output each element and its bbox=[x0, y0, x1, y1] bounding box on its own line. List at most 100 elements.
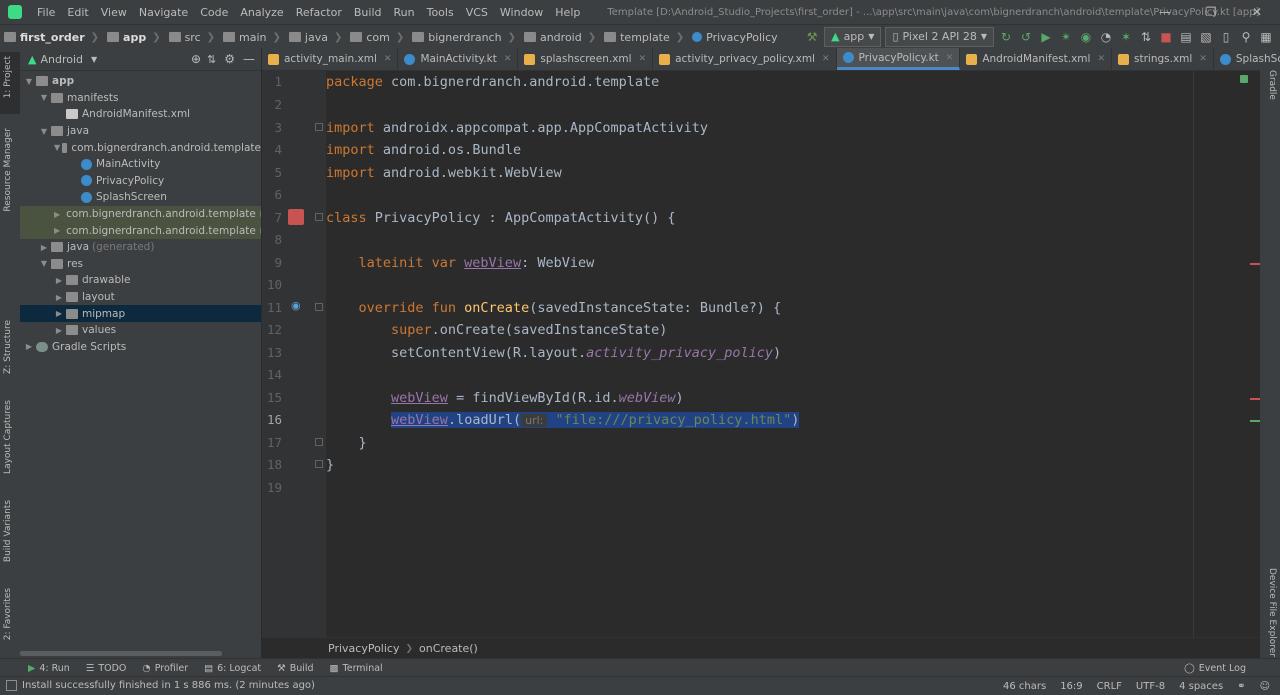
fold-marker-icon[interactable] bbox=[315, 123, 323, 131]
editor-tab[interactable]: splashscreen.xml ✕ bbox=[518, 48, 654, 70]
menu-vcs[interactable]: VCS bbox=[461, 6, 495, 19]
chevron-down-icon[interactable]: ▼ bbox=[24, 77, 34, 86]
close-tab-icon[interactable]: ✕ bbox=[822, 54, 830, 64]
chevron-right-icon[interactable]: ▶ bbox=[54, 210, 60, 219]
close-icon[interactable]: ✕ bbox=[1234, 0, 1280, 24]
tree-node[interactable]: ▼ manifests bbox=[20, 90, 261, 107]
tool-tab-layout-captures[interactable]: Layout Captures bbox=[3, 400, 13, 474]
breadcrumb-function[interactable]: onCreate() bbox=[419, 642, 478, 655]
layout-icon[interactable]: ▦ bbox=[1258, 30, 1274, 44]
fold-marker-icon[interactable] bbox=[315, 438, 323, 446]
chevron-right-icon[interactable]: ▶ bbox=[54, 326, 64, 335]
device-manager-icon[interactable]: ▤ bbox=[1178, 30, 1194, 44]
lock-icon[interactable]: ⚭ bbox=[1237, 681, 1245, 692]
breadcrumb-class[interactable]: PrivacyPolicy bbox=[328, 642, 399, 655]
device-select[interactable]: ▯ Pixel 2 API 28 ▼ bbox=[885, 27, 994, 47]
tool-window-terminal[interactable]: ▩ Terminal bbox=[322, 663, 391, 674]
chevron-right-icon[interactable]: ▶ bbox=[54, 226, 60, 235]
change-stripe-marker[interactable] bbox=[1250, 420, 1260, 422]
error-stripe-marker[interactable] bbox=[1250, 398, 1260, 400]
editor-tab[interactable]: activity_main.xml ✕ bbox=[262, 48, 399, 70]
menu-file[interactable]: File bbox=[32, 6, 62, 19]
menu-view[interactable]: View bbox=[96, 6, 134, 19]
editor-tab[interactable]: SplashScreen.kt✕ bbox=[1214, 48, 1280, 70]
tree-node[interactable]: ▶ mipmap bbox=[20, 305, 261, 322]
editor-tab[interactable]: activity_privacy_policy.xml ✕ bbox=[653, 48, 837, 70]
tree-node[interactable]: ▼ res bbox=[20, 256, 261, 273]
run-icon[interactable]: ▶ bbox=[1038, 30, 1054, 44]
chevron-down-icon[interactable]: ▼ bbox=[39, 127, 49, 136]
tree-node[interactable]: ▼ com.bignerdranch.android.template bbox=[20, 139, 261, 156]
close-tab-icon[interactable]: ✕ bbox=[1199, 54, 1207, 64]
breadcrumb-item[interactable]: template ❯ bbox=[600, 31, 688, 44]
maximize-icon[interactable]: ❐ bbox=[1188, 0, 1234, 24]
tool-tab-resource-manager[interactable]: Resource Manager bbox=[3, 128, 13, 212]
tool-tab-build-variants[interactable]: Build Variants bbox=[3, 500, 13, 562]
tree-node[interactable]: ▶ layout bbox=[20, 289, 261, 306]
editor-tab[interactable]: MainActivity.kt ✕ bbox=[398, 48, 519, 70]
tree-node[interactable]: ▶ com.bignerdranch.android.template(test bbox=[20, 222, 261, 239]
tree-node[interactable]: PrivacyPolicy bbox=[20, 173, 261, 190]
close-tab-icon[interactable]: ✕ bbox=[504, 54, 512, 64]
close-tab-icon[interactable]: ✕ bbox=[946, 53, 954, 63]
menu-refactor[interactable]: Refactor bbox=[291, 6, 349, 19]
tool-tab-gradle[interactable]: Gradle bbox=[1267, 70, 1277, 100]
chevron-right-icon[interactable]: ▶ bbox=[39, 243, 49, 252]
menu-build[interactable]: Build bbox=[349, 6, 389, 19]
profiler-icon[interactable]: ◔ bbox=[1098, 30, 1114, 44]
tree-node[interactable]: ▼ java bbox=[20, 123, 261, 140]
stop-icon[interactable]: ■ bbox=[1158, 30, 1174, 44]
chevron-right-icon[interactable]: ▶ bbox=[54, 293, 64, 302]
apply-changes-icon[interactable]: ↻ bbox=[998, 30, 1014, 44]
chevron-down-icon[interactable]: ▼ bbox=[39, 259, 49, 268]
chevron-right-icon[interactable]: ▶ bbox=[54, 309, 64, 318]
chevron-right-icon[interactable]: ▶ bbox=[54, 276, 64, 285]
error-stripe-marker[interactable] bbox=[1250, 263, 1260, 265]
rerun-icon[interactable]: ↺ bbox=[1018, 30, 1034, 44]
chevron-right-icon[interactable]: ▶ bbox=[24, 342, 34, 351]
locate-icon[interactable]: ⊕ bbox=[191, 52, 201, 66]
activity-gutter-icon[interactable] bbox=[288, 209, 304, 225]
breadcrumb-item[interactable]: PrivacyPolicy bbox=[688, 31, 781, 44]
horizontal-scrollbar[interactable] bbox=[20, 651, 222, 656]
tool-tab-device-file-explorer[interactable]: Device File Explorer bbox=[1267, 568, 1277, 657]
status-encoding[interactable]: UTF-8 bbox=[1136, 681, 1165, 692]
status-indent[interactable]: 4 spaces bbox=[1179, 681, 1223, 692]
tree-node[interactable]: ▼ app bbox=[20, 73, 261, 90]
breadcrumb-item[interactable]: first_order ❯ bbox=[0, 31, 103, 44]
run-config-select[interactable]: ▲ app ▼ bbox=[824, 27, 882, 47]
tree-node[interactable]: ▶ Gradle Scripts bbox=[20, 339, 261, 356]
chevron-down-icon[interactable]: ▼ bbox=[91, 55, 97, 64]
tool-windows-toggle-icon[interactable] bbox=[6, 680, 17, 691]
editor-tab[interactable]: strings.xml ✕ bbox=[1112, 48, 1214, 70]
menu-run[interactable]: Run bbox=[389, 6, 422, 19]
chevron-down-icon[interactable]: ▼ bbox=[54, 143, 60, 152]
tool-window-logcat[interactable]: ▤ 6: Logcat bbox=[196, 663, 269, 674]
editor-tab[interactable]: PrivacyPolicy.kt ✕ bbox=[836, 48, 961, 70]
tree-node[interactable]: SplashScreen bbox=[20, 189, 261, 206]
tool-window-event-log[interactable]: ◯ Event Log bbox=[1176, 663, 1254, 674]
breadcrumb-item[interactable]: src ❯ bbox=[165, 31, 219, 44]
breadcrumb-item[interactable]: bignerdranch ❯ bbox=[408, 31, 520, 44]
attach-debugger-icon[interactable]: ✶ bbox=[1118, 30, 1134, 44]
hammer-icon[interactable]: ⚒ bbox=[804, 30, 820, 44]
tree-node[interactable]: ▶ com.bignerdranch.android.template(and bbox=[20, 205, 261, 223]
debug-icon[interactable]: ✴ bbox=[1058, 30, 1074, 44]
inspection-ok-icon[interactable] bbox=[1240, 75, 1248, 83]
override-gutter-icon[interactable]: ◉ bbox=[291, 299, 301, 312]
breadcrumb-item[interactable]: com ❯ bbox=[346, 31, 408, 44]
tree-node[interactable]: ▶ java (generated) bbox=[20, 239, 261, 256]
fold-marker-icon[interactable] bbox=[315, 213, 323, 221]
tool-tab-favorites[interactable]: 2: Favorites bbox=[3, 588, 13, 640]
collapse-all-icon[interactable]: ⇅ bbox=[207, 53, 216, 66]
status-line-separator[interactable]: CRLF bbox=[1097, 681, 1122, 692]
minimize-icon[interactable]: — bbox=[1142, 0, 1188, 24]
tree-node[interactable]: MainActivity bbox=[20, 156, 261, 173]
tree-node[interactable]: ▶ drawable bbox=[20, 272, 261, 289]
tree-node[interactable]: ▶ values bbox=[20, 322, 261, 339]
tool-window-profiler[interactable]: ◔ Profiler bbox=[134, 663, 196, 674]
hector-icon[interactable]: ☺ bbox=[1260, 681, 1270, 692]
close-tab-icon[interactable]: ✕ bbox=[384, 54, 392, 64]
editor-tab[interactable]: AndroidManifest.xml ✕ bbox=[960, 48, 1112, 70]
menu-tools[interactable]: Tools bbox=[422, 6, 461, 19]
